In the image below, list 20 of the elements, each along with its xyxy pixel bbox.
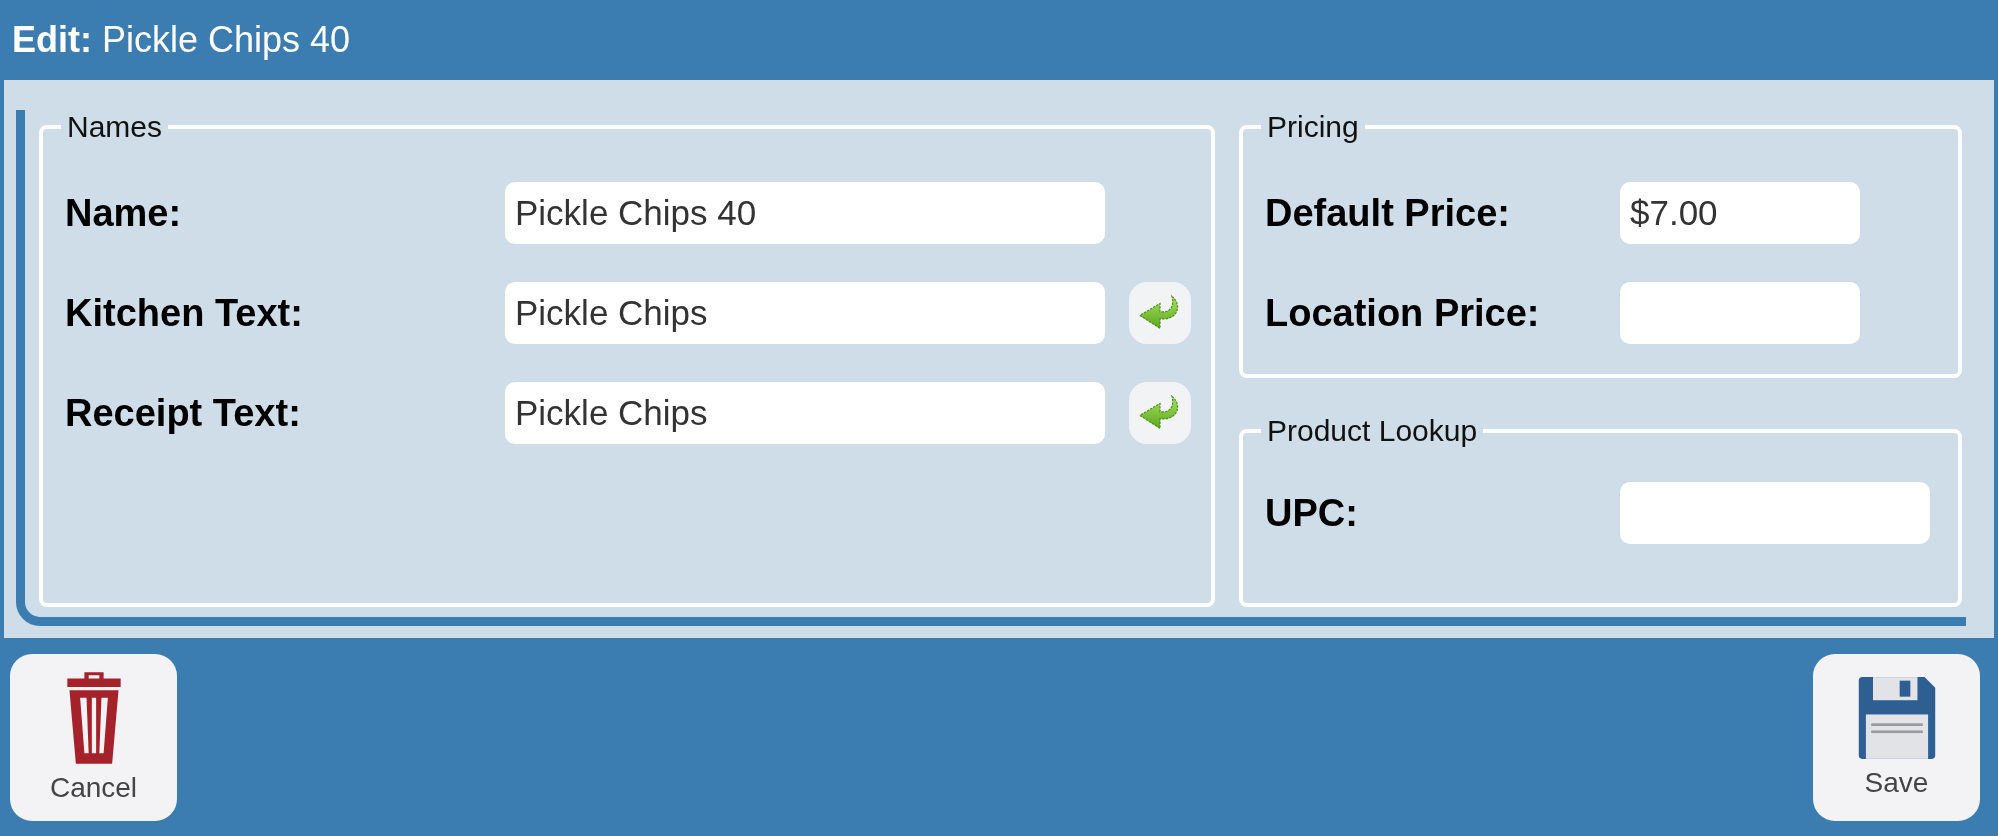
group-legend: Pricing (1261, 110, 1365, 144)
copy-button[interactable] (1129, 282, 1191, 344)
group-legend: Product Lookup (1261, 414, 1484, 448)
group-legend: Names (61, 110, 169, 144)
text-field[interactable] (1620, 482, 1930, 544)
text-field[interactable]: Pickle Chips 40 (505, 182, 1105, 244)
save-button[interactable]: Save (1813, 653, 1980, 821)
text-field[interactable]: Pickle Chips (505, 382, 1105, 444)
field-label: Kitchen Text: (65, 291, 304, 335)
field-label: Location Price: (1265, 291, 1541, 335)
copy-button[interactable] (1129, 382, 1191, 444)
text-field[interactable]: Pickle Chips (505, 282, 1105, 344)
field-label: Default Price: (1265, 191, 1511, 235)
cancel-button[interactable]: Cancel (10, 653, 177, 821)
text-field[interactable] (1620, 282, 1860, 344)
field-label: Receipt Text: (65, 391, 302, 435)
field-label: UPC: (1265, 491, 1359, 535)
text-field[interactable]: $7.00 (1620, 182, 1860, 244)
window-title: Edit: Pickle Chips 40 (12, 19, 351, 61)
field-label: Name: (65, 191, 183, 235)
